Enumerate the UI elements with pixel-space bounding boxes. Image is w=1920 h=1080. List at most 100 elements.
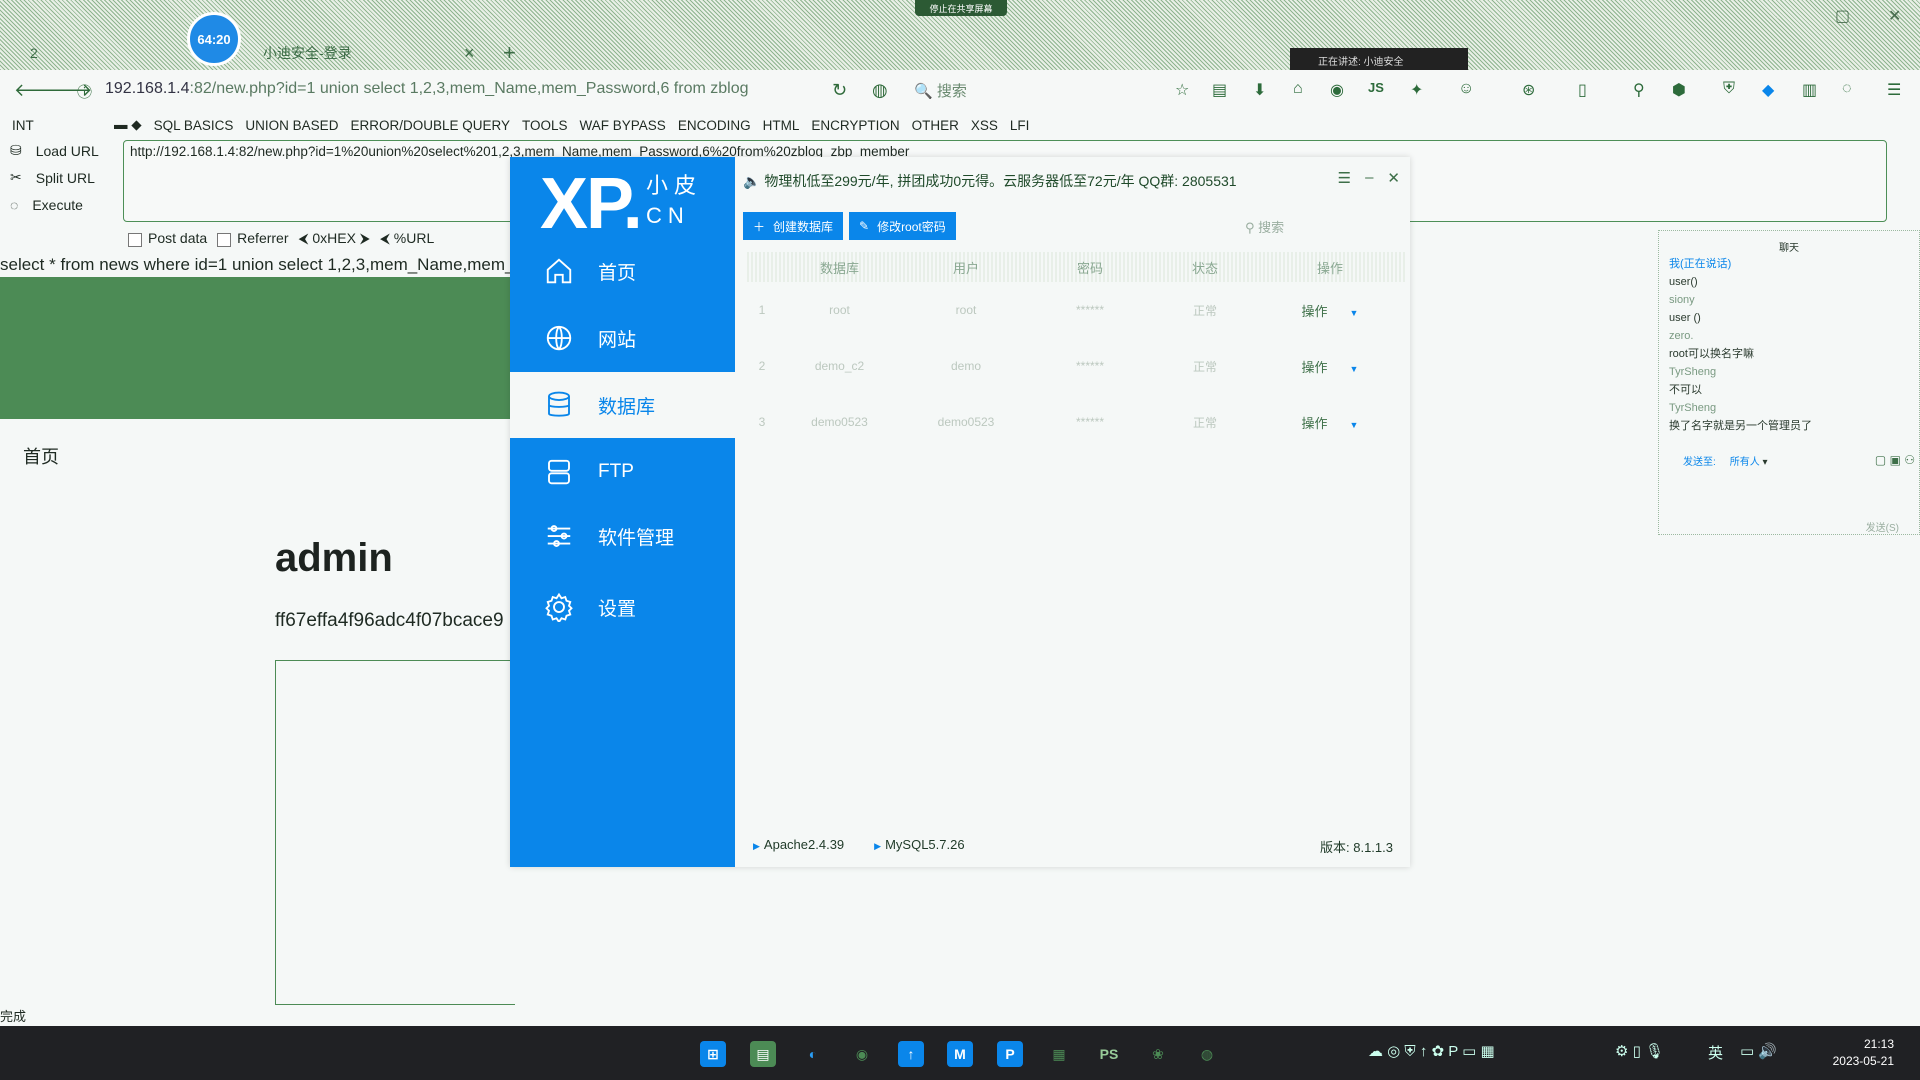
status-text: 完成: [0, 1009, 27, 1024]
home-icon[interactable]: ⌂: [1293, 80, 1303, 98]
screen-share-badge[interactable]: 停止在共享屏幕: [915, 0, 1007, 16]
load-url-button[interactable]: ⛁ Load URL: [10, 142, 99, 159]
change-root-password-button[interactable]: ✎ 修改root密码: [849, 212, 956, 240]
send-button[interactable]: 发送(S): [1866, 519, 1899, 534]
page-nav-home[interactable]: 首页: [23, 443, 59, 469]
app-icon[interactable]: ❀: [1145, 1041, 1171, 1067]
menu-sql-basics[interactable]: SQL BASICS: [154, 118, 234, 133]
tab-2[interactable]: 2: [30, 36, 38, 70]
sidebar-item-database[interactable]: 数据库: [510, 372, 735, 438]
sidebar-item-home[interactable]: 首页: [510, 238, 735, 304]
download-icon[interactable]: ⬇: [1253, 80, 1266, 100]
phpstorm-icon[interactable]: PS: [1096, 1041, 1122, 1067]
file-explorer-icon[interactable]: ▤: [750, 1041, 776, 1067]
meeting-timer: 64:20: [187, 12, 241, 66]
app-icon[interactable]: ↑: [898, 1041, 924, 1067]
firefox-icon[interactable]: ◍: [1194, 1041, 1220, 1067]
edge-icon[interactable]: ◐: [800, 1041, 826, 1067]
shield-icon[interactable]: ⛨: [1723, 80, 1735, 98]
extension-icon[interactable]: ☺: [1458, 80, 1474, 98]
start-icon[interactable]: ⊞: [700, 1041, 726, 1067]
urlencode-button[interactable]: ⮜ %URL: [380, 230, 434, 247]
menu-xss[interactable]: XSS: [971, 118, 998, 133]
extension-icon[interactable]: ✦: [1410, 80, 1423, 100]
send-to-select[interactable]: 发送至: 所有人 ▾: [1669, 453, 1768, 468]
extension-icon[interactable]: ⊛: [1522, 80, 1535, 100]
chat-tools[interactable]: ▢ ▣ ⚇: [1875, 453, 1915, 467]
js-icon[interactable]: JS: [1368, 80, 1384, 95]
execute-icon: ◌: [10, 197, 19, 213]
phpstudy-icon[interactable]: P: [997, 1041, 1023, 1067]
menu-waf-bypass[interactable]: WAF BYPASS: [580, 118, 666, 133]
tab-login[interactable]: 小迪安全-登录: [263, 36, 352, 70]
meeting-icon[interactable]: M: [947, 1041, 973, 1067]
menu-icon[interactable]: ☰: [1338, 169, 1351, 187]
pencil-icon: ✎: [859, 219, 870, 233]
sidebar-item-website[interactable]: 网站: [510, 305, 735, 371]
database-search[interactable]: ⚲ 搜索: [1245, 217, 1284, 236]
address-bar[interactable]: 192.168.1.4:82/new.php?id=1 union select…: [105, 80, 749, 98]
adblock-icon[interactable]: ⬢: [1672, 80, 1686, 100]
mysql-status[interactable]: ▶ MySQL5.7.26: [874, 837, 964, 852]
new-tab-icon[interactable]: +: [503, 36, 516, 70]
extension-icon[interactable]: ◉: [1330, 80, 1344, 100]
hackbar-select[interactable]: INT: [12, 118, 102, 133]
create-database-button[interactable]: ＋创建数据库: [743, 212, 844, 240]
extension-icon[interactable]: ◆: [1762, 80, 1774, 100]
globe-icon[interactable]: ◍: [872, 80, 888, 101]
referrer-checkbox[interactable]: Referrer: [217, 230, 289, 247]
row-action-button[interactable]: 操作 ▼: [1260, 301, 1400, 320]
menu-icon[interactable]: ☰: [1887, 80, 1901, 100]
apache-status[interactable]: ▶ Apache2.4.39: [753, 837, 844, 852]
network-volume-icons[interactable]: ▭ 🔊: [1740, 1042, 1777, 1060]
close-window-icon[interactable]: ✕: [1888, 6, 1901, 26]
speaker-icon: 🔈: [743, 173, 765, 189]
menu-tools[interactable]: TOOLS: [522, 118, 568, 133]
menu-encoding[interactable]: ENCODING: [678, 118, 751, 133]
menu-lfi[interactable]: LFI: [1010, 118, 1030, 133]
extension-icon[interactable]: ▯: [1578, 80, 1587, 100]
article-content: ff67effa4f96adc4f07bcace9: [275, 610, 504, 631]
sidebar-item-ftp[interactable]: FTP: [510, 439, 735, 505]
chrome-icon[interactable]: ◉: [849, 1041, 875, 1067]
ime-indicator[interactable]: 英: [1708, 1042, 1723, 1063]
menu-error-double-query[interactable]: ERROR/DOUBLE QUERY: [350, 118, 510, 133]
close-tab-icon[interactable]: ×: [464, 36, 475, 70]
sidebar-item-software[interactable]: 软件管理: [510, 503, 735, 569]
menu-encryption[interactable]: ENCRYPTION: [811, 118, 899, 133]
info-icon[interactable]: ⓘ: [77, 81, 92, 102]
tray-system-icons[interactable]: ⚙ ▯ 🎙: [1615, 1042, 1664, 1060]
menu-union-based[interactable]: UNION BASED: [245, 118, 338, 133]
star-icon[interactable]: ☆: [1175, 80, 1189, 100]
minimize-icon[interactable]: –: [1365, 169, 1373, 187]
extension-icon[interactable]: ◌: [1842, 80, 1852, 98]
content-frame: [275, 660, 515, 1005]
menu-html[interactable]: HTML: [763, 118, 800, 133]
sidebar-item-settings[interactable]: 设置: [510, 574, 735, 640]
row-action-button[interactable]: 操作 ▼: [1260, 413, 1400, 432]
post-data-checkbox[interactable]: Post data: [128, 230, 207, 247]
restore-icon[interactable]: ▢: [1835, 6, 1850, 26]
row-action-button[interactable]: 操作 ▼: [1260, 357, 1400, 376]
hex-button[interactable]: ⮜ 0xHEX ⮞: [299, 230, 370, 247]
reload-icon[interactable]: ↻: [832, 80, 847, 101]
tray-icons[interactable]: ☁ ◎ ⛨ ↑ ✿ P ▭ ▦: [1368, 1042, 1495, 1060]
search-placeholder: 搜索: [936, 83, 967, 100]
clock[interactable]: 21:13 2023-05-21: [1833, 1036, 1894, 1070]
hackbar-toggle-icon[interactable]: ▬ ◆: [114, 117, 142, 133]
extension-icon[interactable]: ▥: [1802, 80, 1817, 100]
article-title: admin: [275, 536, 393, 580]
menu-other[interactable]: OTHER: [912, 118, 959, 133]
database-icon: [548, 391, 570, 417]
reader-icon[interactable]: ▤: [1212, 80, 1227, 100]
hackbar-menu: INT ▬ ◆ SQL BASICS UNION BASED ERROR/DOU…: [0, 114, 1920, 136]
promo-notice[interactable]: 🔈 物理机低至299元/年, 拼团成功0元得。云服务器低至72元/年 QQ群: …: [743, 171, 1237, 191]
execute-button[interactable]: ◌ Execute: [10, 197, 83, 213]
app-icon[interactable]: ▦: [1046, 1041, 1072, 1067]
close-icon[interactable]: ✕: [1387, 169, 1400, 187]
gear-icon: [545, 592, 573, 622]
search-box[interactable]: 🔍 搜索: [914, 80, 967, 101]
xp-logo-cn: 小皮 CN: [646, 173, 703, 228]
split-url-button[interactable]: ✂ Split URL: [10, 169, 95, 186]
zoom-icon[interactable]: ⚲: [1633, 80, 1645, 100]
